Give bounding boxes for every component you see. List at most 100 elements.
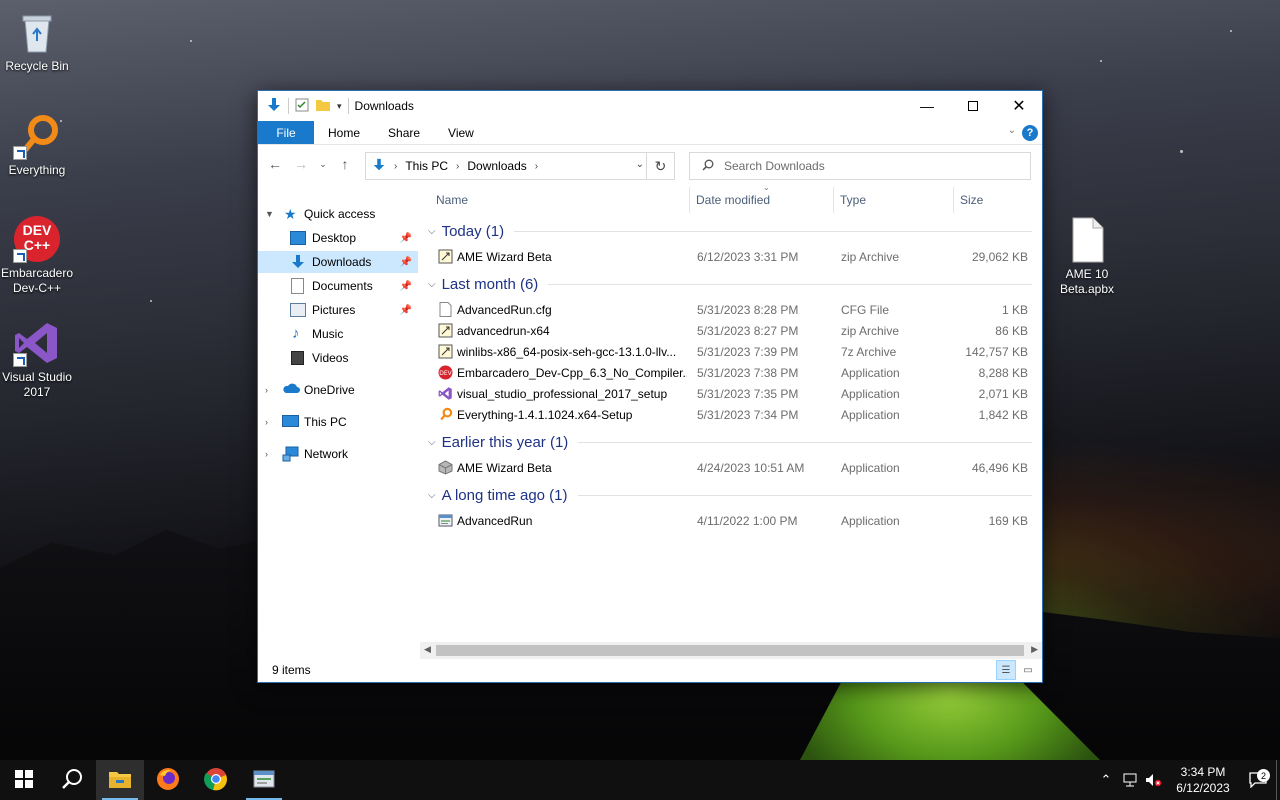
scrollbar-thumb[interactable] (436, 645, 1024, 656)
nav-this-pc[interactable]: › This PC (258, 411, 418, 433)
file-row[interactable]: AME Wizard Beta 6/12/2023 3:31 PM zip Ar… (426, 246, 1036, 267)
file-row[interactable]: AdvancedRun.cfg 5/31/2023 8:28 PM CFG Fi… (426, 299, 1036, 320)
pin-icon[interactable]: 📌 (400, 281, 412, 292)
group-collapse-chevron-icon[interactable]: ⌵ (428, 226, 436, 237)
nav-item-music[interactable]: ♪ Music (258, 323, 418, 345)
file-date: 5/31/2023 8:28 PM (697, 303, 799, 317)
column-header-size[interactable]: Size (954, 187, 1034, 213)
nav-network[interactable]: › Network (258, 443, 418, 465)
nav-item-downloads[interactable]: Downloads 📌 (258, 251, 418, 273)
scroll-left-icon[interactable]: ◀ (424, 644, 431, 655)
customize-qat-chevron-icon[interactable]: ▾ (337, 101, 342, 112)
file-row[interactable]: AME Wizard Beta 4/24/2023 10:51 AM Appli… (426, 457, 1036, 478)
up-button[interactable]: ↑ (334, 153, 356, 175)
show-hidden-icons-chevron-icon[interactable]: ⌃ (1094, 772, 1118, 788)
tab-file[interactable]: File (258, 121, 314, 144)
desktop-icon-visual-studio[interactable]: Visual Studio 2017 (0, 319, 75, 400)
group-collapse-chevron-icon[interactable]: ⌵ (428, 279, 436, 290)
taskbar-firefox[interactable] (144, 760, 192, 800)
pin-icon[interactable]: 📌 (400, 257, 412, 268)
taskbar-file-explorer[interactable] (96, 760, 144, 800)
properties-icon[interactable] (295, 98, 309, 115)
nav-item-videos[interactable]: Videos (258, 347, 418, 369)
breadcrumb-downloads[interactable]: Downloads (467, 159, 526, 173)
large-icons-view-button[interactable]: ▭ (1018, 660, 1038, 680)
clock[interactable]: 3:34 PM 6/12/2023 (1166, 764, 1240, 796)
scroll-right-icon[interactable]: ▶ (1031, 644, 1038, 655)
breadcrumb-this-pc[interactable]: This PC (405, 159, 448, 173)
group-collapse-chevron-icon[interactable]: ⌵ (428, 490, 436, 501)
collapsed-chevron-icon[interactable]: › (265, 417, 268, 427)
expanded-chevron-icon[interactable]: ▼ (265, 209, 274, 219)
expand-ribbon-chevron-icon[interactable]: ⌄ (1008, 125, 1016, 136)
nav-item-documents[interactable]: Documents 📌 (258, 275, 418, 297)
file-name: AdvancedRun.cfg (457, 303, 552, 317)
title-bar[interactable]: ▾ Downloads — ✕ (258, 91, 1042, 121)
minimize-button[interactable]: — (904, 91, 950, 121)
file-row[interactable]: advancedrun-x64 5/31/2023 8:27 PM zip Ar… (426, 320, 1036, 341)
desktop-icon-recycle-bin[interactable]: Recycle Bin (0, 8, 75, 74)
file-icon (1063, 216, 1111, 264)
visual-studio-setup-icon (438, 386, 453, 401)
pin-icon[interactable]: 📌 (400, 233, 412, 244)
start-button[interactable] (0, 760, 48, 800)
group-collapse-chevron-icon[interactable]: ⌵ (428, 437, 436, 448)
horizontal-scrollbar[interactable]: ◀ ▶ (420, 642, 1042, 659)
taskbar-chrome[interactable] (192, 760, 240, 800)
column-header-type[interactable]: Type (834, 187, 954, 213)
address-bar[interactable]: › This PC › Downloads › ⌄ ↻ (365, 152, 675, 180)
desktop-icon-dev-cpp[interactable]: DEV C++ Embarcadero Dev-C++ (0, 215, 75, 296)
desktop-icon-ame-file[interactable]: AME 10 Beta.apbx (1049, 216, 1125, 297)
volume-muted-icon[interactable] (1142, 773, 1166, 787)
dev-cpp-icon: DEV C++ (13, 215, 61, 263)
maximize-icon (968, 101, 978, 111)
pin-icon[interactable]: 📌 (400, 305, 412, 316)
tab-home[interactable]: Home (314, 121, 374, 144)
file-row[interactable]: visual_studio_professional_2017_setup 5/… (426, 383, 1036, 404)
large-icons-view-icon: ▭ (1023, 664, 1033, 676)
column-header-date[interactable]: Date modified (690, 187, 834, 213)
group-title: Today (1) (441, 222, 505, 240)
search-button[interactable] (48, 760, 96, 800)
address-dropdown-icon[interactable]: ⌄ (636, 159, 644, 170)
collapsed-chevron-icon[interactable]: › (265, 385, 268, 395)
cloud-icon (282, 381, 300, 395)
back-button[interactable]: ← (264, 153, 286, 175)
file-row[interactable]: AdvancedRun 4/11/2022 1:00 PM Applicatio… (426, 510, 1036, 531)
file-row[interactable]: DEV Embarcadero_Dev-Cpp_6.3_No_Compiler.… (426, 362, 1036, 383)
videos-icon (291, 351, 304, 365)
file-row[interactable]: winlibs-x86_64-posix-seh-gcc-13.1.0-llv.… (426, 341, 1036, 362)
group-header-today[interactable]: ⌵ Today (1) (426, 220, 1036, 242)
show-desktop-button[interactable] (1276, 760, 1280, 800)
column-header-name[interactable]: Name (426, 187, 690, 213)
details-view-button[interactable]: ☰ (996, 660, 1016, 680)
action-center-button[interactable]: 2 (1240, 769, 1276, 788)
nav-label: Videos (312, 351, 349, 365)
taskbar-advancedrun[interactable] (240, 760, 288, 800)
toolbar-separator (288, 98, 289, 114)
maximize-button[interactable] (950, 91, 996, 121)
nav-onedrive[interactable]: › OneDrive (258, 379, 418, 401)
refresh-button[interactable]: ↻ (646, 153, 674, 179)
firefox-icon (156, 767, 180, 794)
nav-item-pictures[interactable]: Pictures 📌 (258, 299, 418, 321)
search-box[interactable]: Search Downloads (689, 152, 1031, 180)
close-button[interactable]: ✕ (996, 91, 1042, 121)
nav-quick-access[interactable]: ▼ ★ Quick access (258, 203, 418, 225)
file-row[interactable]: Everything-1.4.1.1024.x64-Setup 5/31/202… (426, 404, 1036, 425)
desktop-icon-everything[interactable]: Everything (0, 112, 75, 178)
tab-view[interactable]: View (434, 121, 488, 144)
file-type: Application (841, 408, 900, 422)
recent-locations-button[interactable]: ⌄ (316, 153, 330, 175)
new-folder-icon[interactable] (315, 98, 331, 115)
network-tray-icon[interactable] (1118, 773, 1142, 787)
group-header-last-month[interactable]: ⌵ Last month (6) (426, 273, 1036, 295)
collapsed-chevron-icon[interactable]: › (265, 449, 268, 459)
help-button[interactable]: ? (1022, 125, 1038, 141)
nav-item-desktop[interactable]: Desktop 📌 (258, 227, 418, 249)
forward-button[interactable]: → (290, 153, 312, 175)
group-header-earlier-this-year[interactable]: ⌵ Earlier this year (1) (426, 431, 1036, 453)
group-header-long-time-ago[interactable]: ⌵ A long time ago (1) (426, 484, 1036, 506)
file-name: Everything-1.4.1.1024.x64-Setup (457, 408, 633, 422)
tab-share[interactable]: Share (374, 121, 434, 144)
